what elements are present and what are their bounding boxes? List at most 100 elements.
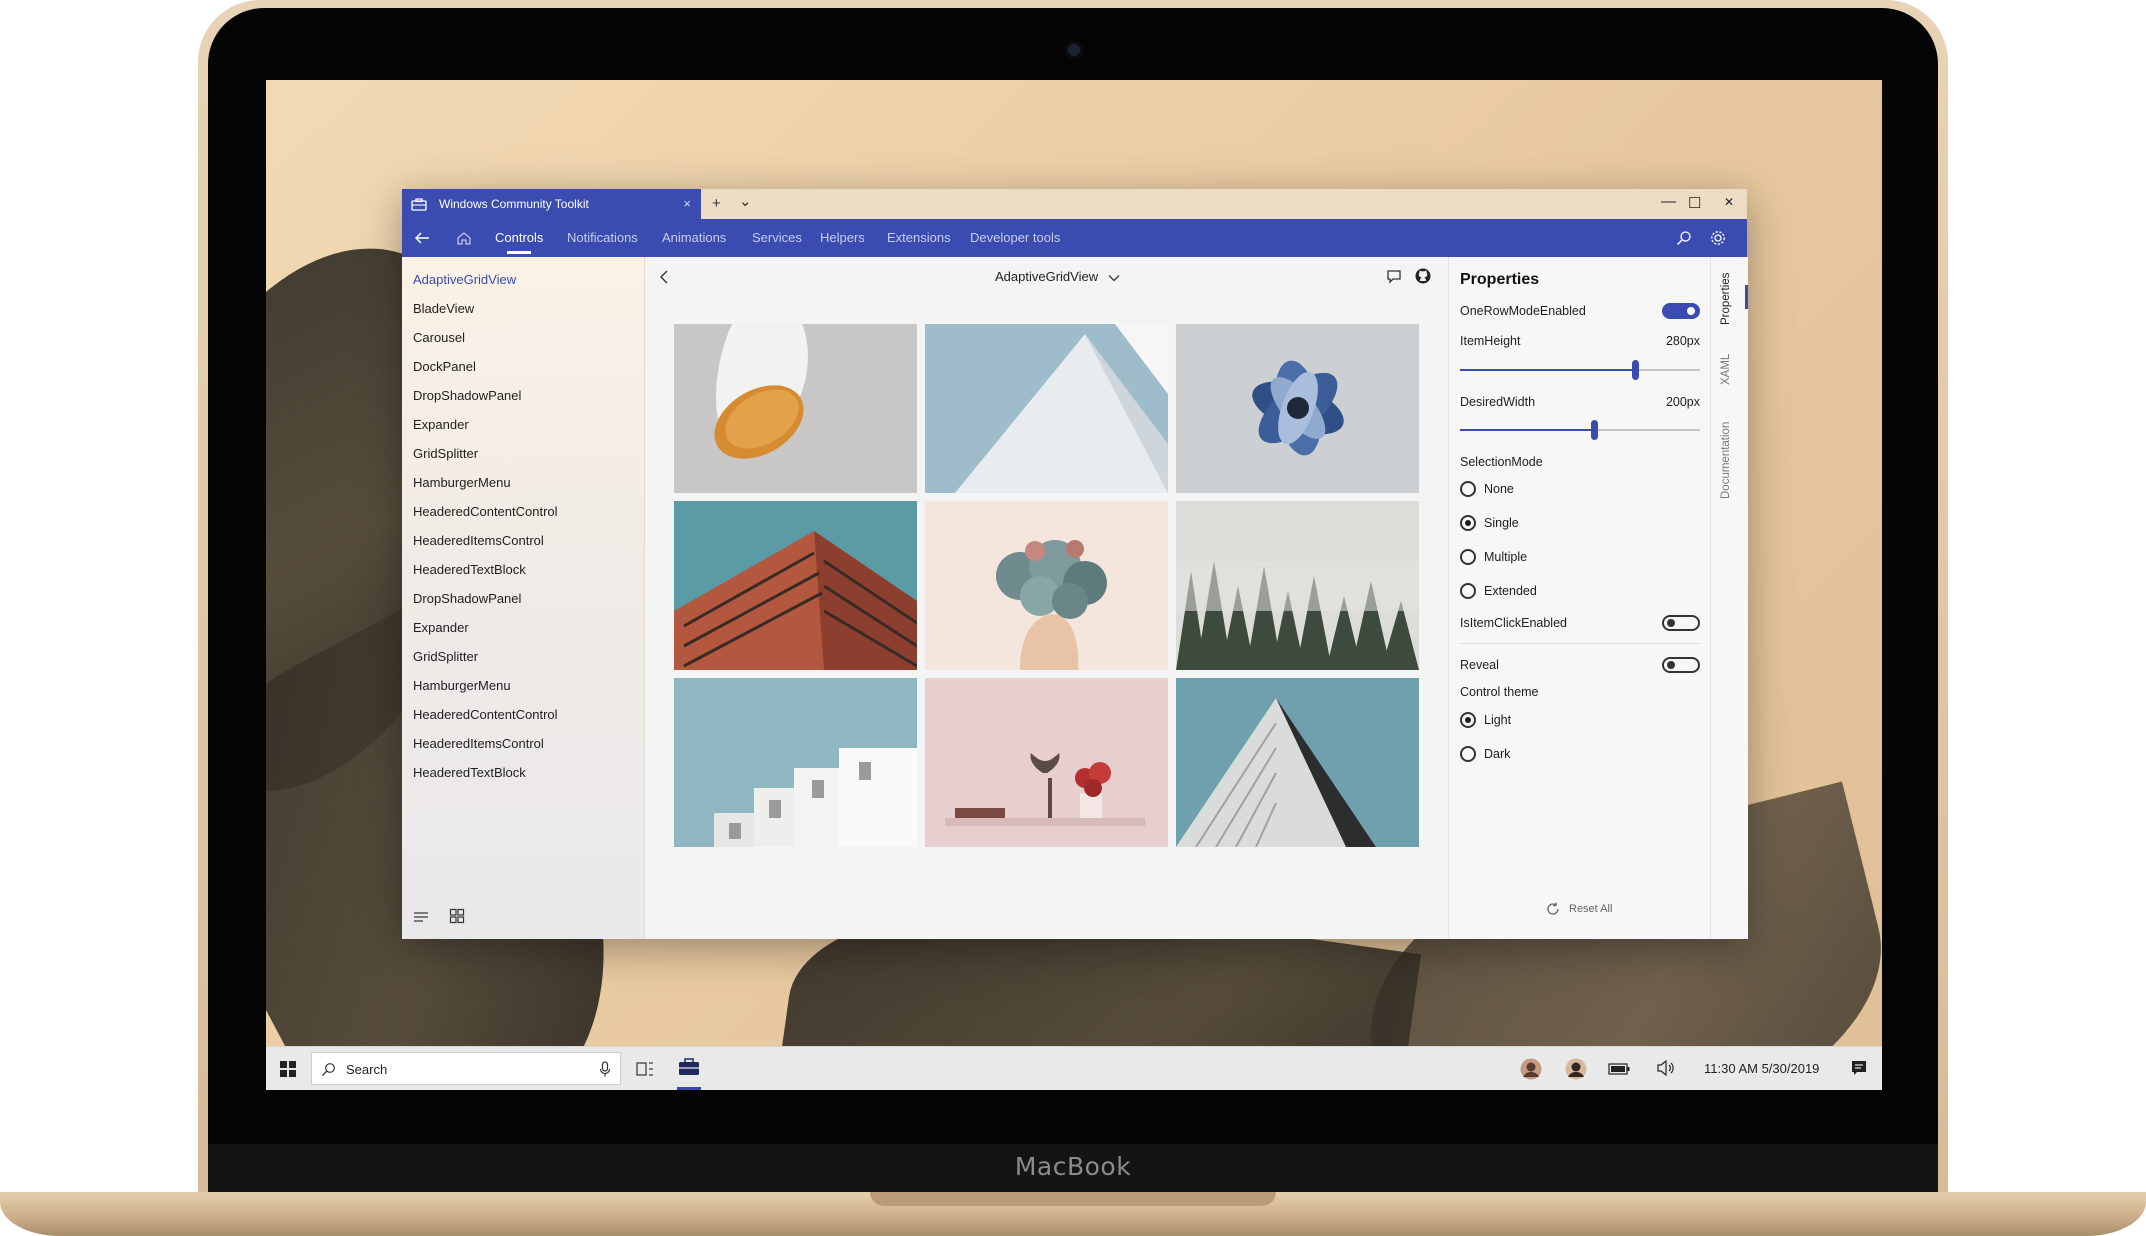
image-foggy-forest[interactable] <box>1176 501 1419 670</box>
feedback-icon[interactable] <box>1385 268 1403 286</box>
desired-width-value: 200px <box>1665 395 1700 409</box>
tab-documentation[interactable]: Documentation <box>1720 422 1732 499</box>
nav-notifications[interactable]: Notifications <box>567 219 638 257</box>
toolbox-icon <box>411 197 427 211</box>
radio-extended[interactable]: Extended <box>1460 583 1537 599</box>
back-arrow-icon[interactable] <box>412 228 432 248</box>
taskbar-clock[interactable]: 11:30 AM 5/30/2019 <box>1704 1061 1819 1076</box>
sidebar-item-headeredtextblock[interactable]: HeaderedTextBlock <box>413 562 526 577</box>
is-item-click-toggle[interactable] <box>1662 615 1700 631</box>
image-blue-flower[interactable] <box>1176 324 1419 493</box>
radio-label: Extended <box>1484 584 1537 598</box>
item-height-label: ItemHeight <box>1460 334 1521 348</box>
github-icon[interactable] <box>1414 267 1432 285</box>
home-icon[interactable] <box>456 230 472 246</box>
nav-developer-tools[interactable]: Developer tools <box>970 219 1060 257</box>
sidebar-item-bladeview[interactable]: BladeView <box>413 301 474 316</box>
reset-all-button[interactable]: Reset All <box>1545 901 1612 917</box>
tab-windows-community-toolkit[interactable]: Windows Community Toolkit × <box>402 189 701 219</box>
nav-extensions[interactable]: Extensions <box>887 219 951 257</box>
sidebar-item-hamburgermenu[interactable]: HamburgerMenu <box>413 678 511 693</box>
sidebar-item-adaptivegridview[interactable]: AdaptiveGridView <box>413 272 516 287</box>
tab-menu-button[interactable]: ⌄ <box>739 192 752 210</box>
radio-multiple[interactable]: Multiple <box>1460 549 1527 565</box>
app-window: Windows Community Toolkit × + ⌄ — ☐ ✕ Co… <box>402 189 1748 939</box>
refresh-icon <box>1547 902 1559 915</box>
image-pink-shelf[interactable] <box>925 678 1168 847</box>
grid-view-icon[interactable] <box>449 908 465 924</box>
task-view-icon[interactable] <box>636 1060 654 1078</box>
title-bar: Windows Community Toolkit × + ⌄ — ☐ ✕ <box>402 189 1747 219</box>
chevron-left-icon[interactable] <box>657 269 671 285</box>
sidebar-item-dockpanel[interactable]: DockPanel <box>413 359 476 374</box>
avatar[interactable] <box>1520 1058 1542 1080</box>
sample-title[interactable]: AdaptiveGridView <box>995 269 1120 284</box>
maximize-button[interactable]: ☐ <box>1688 194 1701 212</box>
control-theme-label: Control theme <box>1460 685 1539 699</box>
reset-all-label: Reset All <box>1569 903 1613 915</box>
nav-active-indicator <box>507 251 531 254</box>
chevron-down-icon <box>1108 274 1120 281</box>
microphone-icon[interactable] <box>599 1061 611 1078</box>
slider-fill <box>1460 429 1595 431</box>
sidebar-item-gridsplitter[interactable]: GridSplitter <box>413 649 478 664</box>
nav-helpers[interactable]: Helpers <box>820 219 865 257</box>
sidebar-item-dropshadowpanel[interactable]: DropShadowPanel <box>413 591 521 606</box>
is-item-click-label: IsItemClickEnabled <box>1460 616 1567 630</box>
minimize-button[interactable]: — <box>1661 193 1676 210</box>
reveal-label: Reveal <box>1460 658 1499 672</box>
image-succulent-head[interactable] <box>925 501 1168 670</box>
sidebar-item-carousel[interactable]: Carousel <box>413 330 465 345</box>
avatar[interactable] <box>1565 1058 1587 1080</box>
list-view-icon[interactable] <box>413 910 429 924</box>
image-white-building[interactable] <box>674 678 917 847</box>
radio-label: Light <box>1484 713 1512 727</box>
sidebar-item-headereditemscontrol[interactable]: HeaderedItemsControl <box>413 533 544 548</box>
toolkit-app-icon[interactable] <box>678 1058 700 1077</box>
image-brick-building[interactable] <box>674 501 917 670</box>
image-lamp[interactable] <box>674 324 917 493</box>
windows-start-icon[interactable] <box>280 1061 296 1077</box>
sidebar-item-headeredcontentcontrol[interactable]: HeaderedContentControl <box>413 707 558 722</box>
sidebar-item-headeredcontentcontrol[interactable]: HeaderedContentControl <box>413 504 558 519</box>
sidebar-item-dropshadowpanel[interactable]: DropShadowPanel <box>413 388 521 403</box>
battery-icon[interactable] <box>1608 1063 1630 1075</box>
tab-properties[interactable]: Properties <box>1720 273 1732 325</box>
volume-icon[interactable] <box>1657 1060 1675 1076</box>
sidebar-item-headeredtextblock[interactable]: HeaderedTextBlock <box>413 765 526 780</box>
sidebar-item-hamburgermenu[interactable]: HamburgerMenu <box>413 475 511 490</box>
image-pyramid-roof[interactable] <box>925 324 1168 493</box>
radio-single[interactable]: Single <box>1460 515 1519 531</box>
one-row-mode-toggle[interactable] <box>1662 303 1700 319</box>
notifications-icon[interactable] <box>1851 1060 1867 1076</box>
new-tab-button[interactable]: + <box>712 195 721 212</box>
properties-panel: Properties OneRowModeEnabled ItemHeight … <box>1448 257 1711 939</box>
close-button[interactable]: ✕ <box>1724 195 1734 209</box>
sidebar-item-gridsplitter[interactable]: GridSplitter <box>413 446 478 461</box>
slider-thumb[interactable] <box>1591 420 1599 440</box>
nav-animations[interactable]: Animations <box>662 219 726 257</box>
sidebar-item-expander[interactable]: Expander <box>413 620 469 635</box>
radio-circle <box>1460 746 1476 762</box>
radio-dark[interactable]: Dark <box>1460 746 1510 762</box>
search-icon[interactable] <box>1676 230 1692 246</box>
sidebar-item-expander[interactable]: Expander <box>413 417 469 432</box>
nav-services[interactable]: Services <box>752 219 802 257</box>
sidebar-item-headereditemscontrol[interactable]: HeaderedItemsControl <box>413 736 544 751</box>
radio-none[interactable]: None <box>1460 481 1514 497</box>
toggle-knob <box>1667 661 1675 669</box>
gear-icon[interactable] <box>1709 229 1727 247</box>
taskbar-search-box[interactable]: Search <box>311 1052 621 1085</box>
desired-width-slider[interactable] <box>1460 420 1700 440</box>
image-triangle-building[interactable] <box>1176 678 1419 847</box>
content-pane: AdaptiveGridView <box>645 257 1448 939</box>
radio-circle <box>1460 515 1476 531</box>
tab-close-button[interactable]: × <box>683 196 691 211</box>
item-height-slider[interactable] <box>1460 360 1700 380</box>
reveal-toggle[interactable] <box>1662 657 1700 673</box>
radio-label: Dark <box>1484 747 1511 761</box>
slider-thumb[interactable] <box>1632 360 1640 380</box>
tab-xaml[interactable]: XAML <box>1720 354 1732 385</box>
laptop-notch <box>870 1192 1276 1206</box>
radio-light[interactable]: Light <box>1460 712 1511 728</box>
